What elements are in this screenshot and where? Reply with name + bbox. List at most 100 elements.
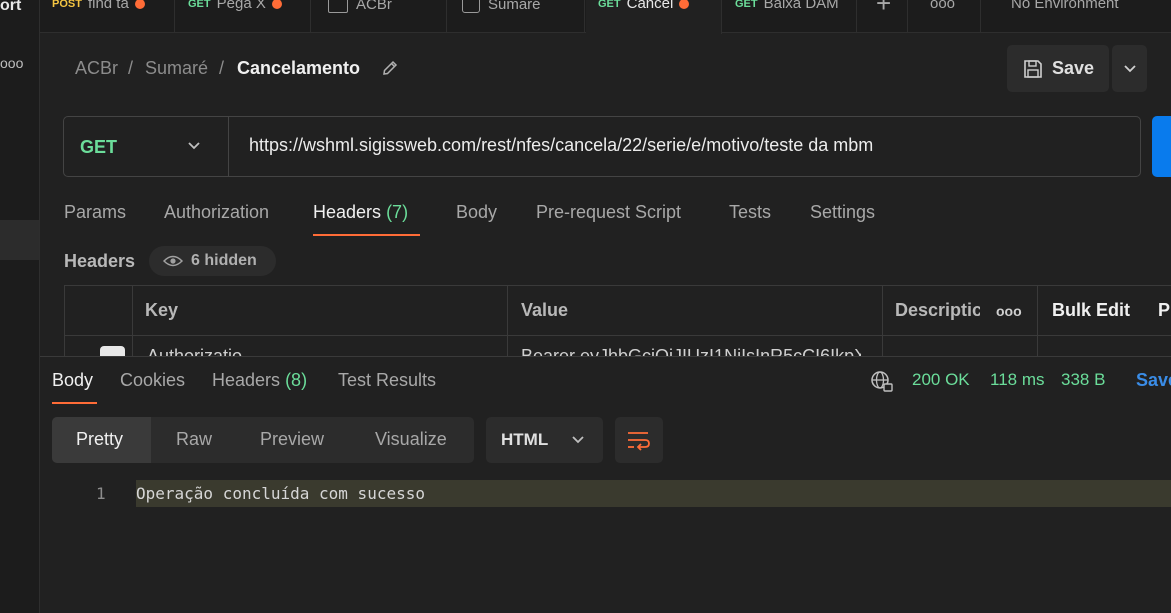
save-disk-icon [1024, 59, 1042, 78]
tab-find[interactable]: POST find ta [40, 0, 175, 33]
headers-title: Headers [64, 251, 136, 271]
column-header-description: Descriptic [895, 300, 980, 320]
tab-baixa[interactable]: GET Baixa DAM [723, 0, 857, 33]
presets-button[interactable]: P [1158, 300, 1170, 321]
tab-label: Cancel [626, 0, 674, 12]
tab-label: Sumaré [488, 0, 541, 13]
tab-acbr[interactable]: ACBr [312, 0, 447, 33]
method-badge: POST [52, 0, 82, 10]
view-raw-button[interactable]: Raw [176, 429, 212, 450]
tab-pega[interactable]: GET Pega X [176, 0, 311, 33]
response-tab-test-results[interactable]: Test Results [338, 370, 436, 391]
column-divider [882, 285, 883, 357]
sidebar-label: ort [0, 0, 22, 14]
format-selector[interactable]: HTML [486, 417, 603, 463]
column-divider [1037, 285, 1038, 357]
status-code[interactable]: 200 OK [912, 370, 970, 390]
header-row-value-clip: Bearer eyJhbGciOiJIUzI1NiIsInR5cCI6IkpXV… [521, 347, 861, 356]
environment-selector[interactable]: No Environment [980, 0, 1171, 33]
response-time[interactable]: 118 ms [990, 370, 1045, 390]
wrap-lines-button[interactable] [615, 417, 663, 463]
sidebar-selected-item[interactable] [0, 220, 39, 260]
response-headers-count: (8) [285, 370, 308, 390]
network-globe-icon[interactable] [870, 370, 894, 394]
unsaved-dot-icon [134, 0, 145, 9]
tab-label: ACBr [356, 0, 392, 13]
header-row-key-clip: Authorizatio [147, 347, 242, 356]
tabs-more-button[interactable]: ooo [908, 0, 978, 33]
save-options-button[interactable] [1112, 45, 1147, 92]
header-row-key[interactable]: Authorizatio [147, 347, 242, 356]
active-tab-indicator [313, 234, 420, 236]
view-pretty-button[interactable]: Pretty [76, 429, 123, 450]
view-visualize-button[interactable]: Visualize [375, 429, 447, 450]
chevron-down-icon[interactable] [186, 138, 202, 154]
chevron-down-icon [572, 436, 584, 444]
tab-headers[interactable]: Headers (7) [313, 202, 408, 223]
page-title: Cancelamento [237, 58, 361, 78]
tab-body[interactable]: Body [456, 202, 497, 223]
header-row-value[interactable]: Bearer eyJhbGciOiJIUzI1NiIsInR5cCI6IkpXV… [521, 347, 861, 356]
column-divider [507, 285, 508, 357]
response-tab-cookies[interactable]: Cookies [120, 370, 185, 391]
column-divider [132, 285, 133, 357]
plus-icon: + [876, 0, 892, 18]
tab-settings[interactable]: Settings [810, 202, 875, 223]
tab-authorization[interactable]: Authorization [164, 202, 269, 223]
new-tab-button[interactable]: + [858, 0, 908, 33]
response-tab-headers[interactable]: Headers (8) [212, 370, 307, 391]
folder-icon [462, 0, 480, 13]
tab-params[interactable]: Params [64, 202, 126, 223]
breadcrumb-separator: / [128, 58, 134, 78]
tab-bar: POST find ta GET Pega X ACBr Sumaré GET Can… [40, 0, 1171, 34]
save-button[interactable]: Save [1007, 45, 1109, 92]
bulk-edit-button[interactable]: Bulk Edit [1052, 300, 1130, 321]
active-tab-indicator [52, 402, 97, 404]
more-icon[interactable]: ooo [996, 303, 1022, 319]
tab-prerequest-script[interactable]: Pre-request Script [536, 202, 681, 223]
response-size[interactable]: 338 B [1061, 370, 1105, 390]
send-button[interactable] [1152, 116, 1171, 177]
tab-tests[interactable]: Tests [729, 202, 771, 223]
headers-count: (7) [386, 202, 409, 222]
method-badge: GET [598, 0, 621, 10]
unsaved-dot-icon [271, 0, 282, 9]
unsaved-dot-icon [679, 0, 690, 9]
hidden-headers-toggle[interactable]: 6 hidden [149, 246, 276, 276]
tab-label: Pega X [216, 0, 266, 12]
tab-cancel[interactable]: GET Cancel [586, 0, 722, 34]
method-selector[interactable]: GET [80, 137, 117, 158]
method-badge: GET [735, 0, 758, 10]
edit-pencil-icon[interactable] [381, 59, 399, 77]
line-number: 1 [96, 484, 106, 503]
environment-label: No Environment [1011, 0, 1119, 12]
column-header-key: Key [145, 300, 179, 320]
wrap-lines-icon [628, 432, 650, 451]
url-input[interactable]: https://wshml.sigissweb.com/rest/nfes/ca… [249, 135, 873, 156]
eye-icon [163, 255, 183, 267]
divider [228, 117, 229, 176]
breadcrumb-separator: / [219, 58, 225, 78]
row-divider [64, 335, 1171, 336]
breadcrumb-sumare[interactable]: Sumaré [145, 58, 208, 79]
chevron-down-icon [1123, 64, 1136, 72]
collection-icon [328, 0, 348, 13]
method-badge: GET [188, 0, 211, 10]
more-icon[interactable]: ooo [0, 55, 23, 71]
column-header-value: Value [521, 300, 569, 320]
hidden-count: 6 hidden [191, 252, 257, 269]
breadcrumb-acbr[interactable]: ACBr [75, 58, 118, 79]
response-tab-body[interactable]: Body [52, 370, 93, 391]
format-label: HTML [501, 430, 549, 449]
left-sidebar: ort ooo [0, 0, 40, 613]
response-body-text[interactable]: Operação concluída com sucesso [136, 484, 425, 503]
save-label: Save [1051, 58, 1095, 78]
tab-label: Baixa DAM [763, 0, 839, 12]
view-preview-button[interactable]: Preview [260, 429, 324, 450]
more-icon: ooo [930, 0, 956, 12]
tab-headers-label: Headers [313, 202, 382, 222]
response-tab-headers-label: Headers [212, 370, 281, 390]
tab-label: find ta [87, 0, 129, 12]
save-response-button[interactable]: Save [1136, 370, 1171, 391]
tab-sumare[interactable]: Sumaré [448, 0, 585, 33]
